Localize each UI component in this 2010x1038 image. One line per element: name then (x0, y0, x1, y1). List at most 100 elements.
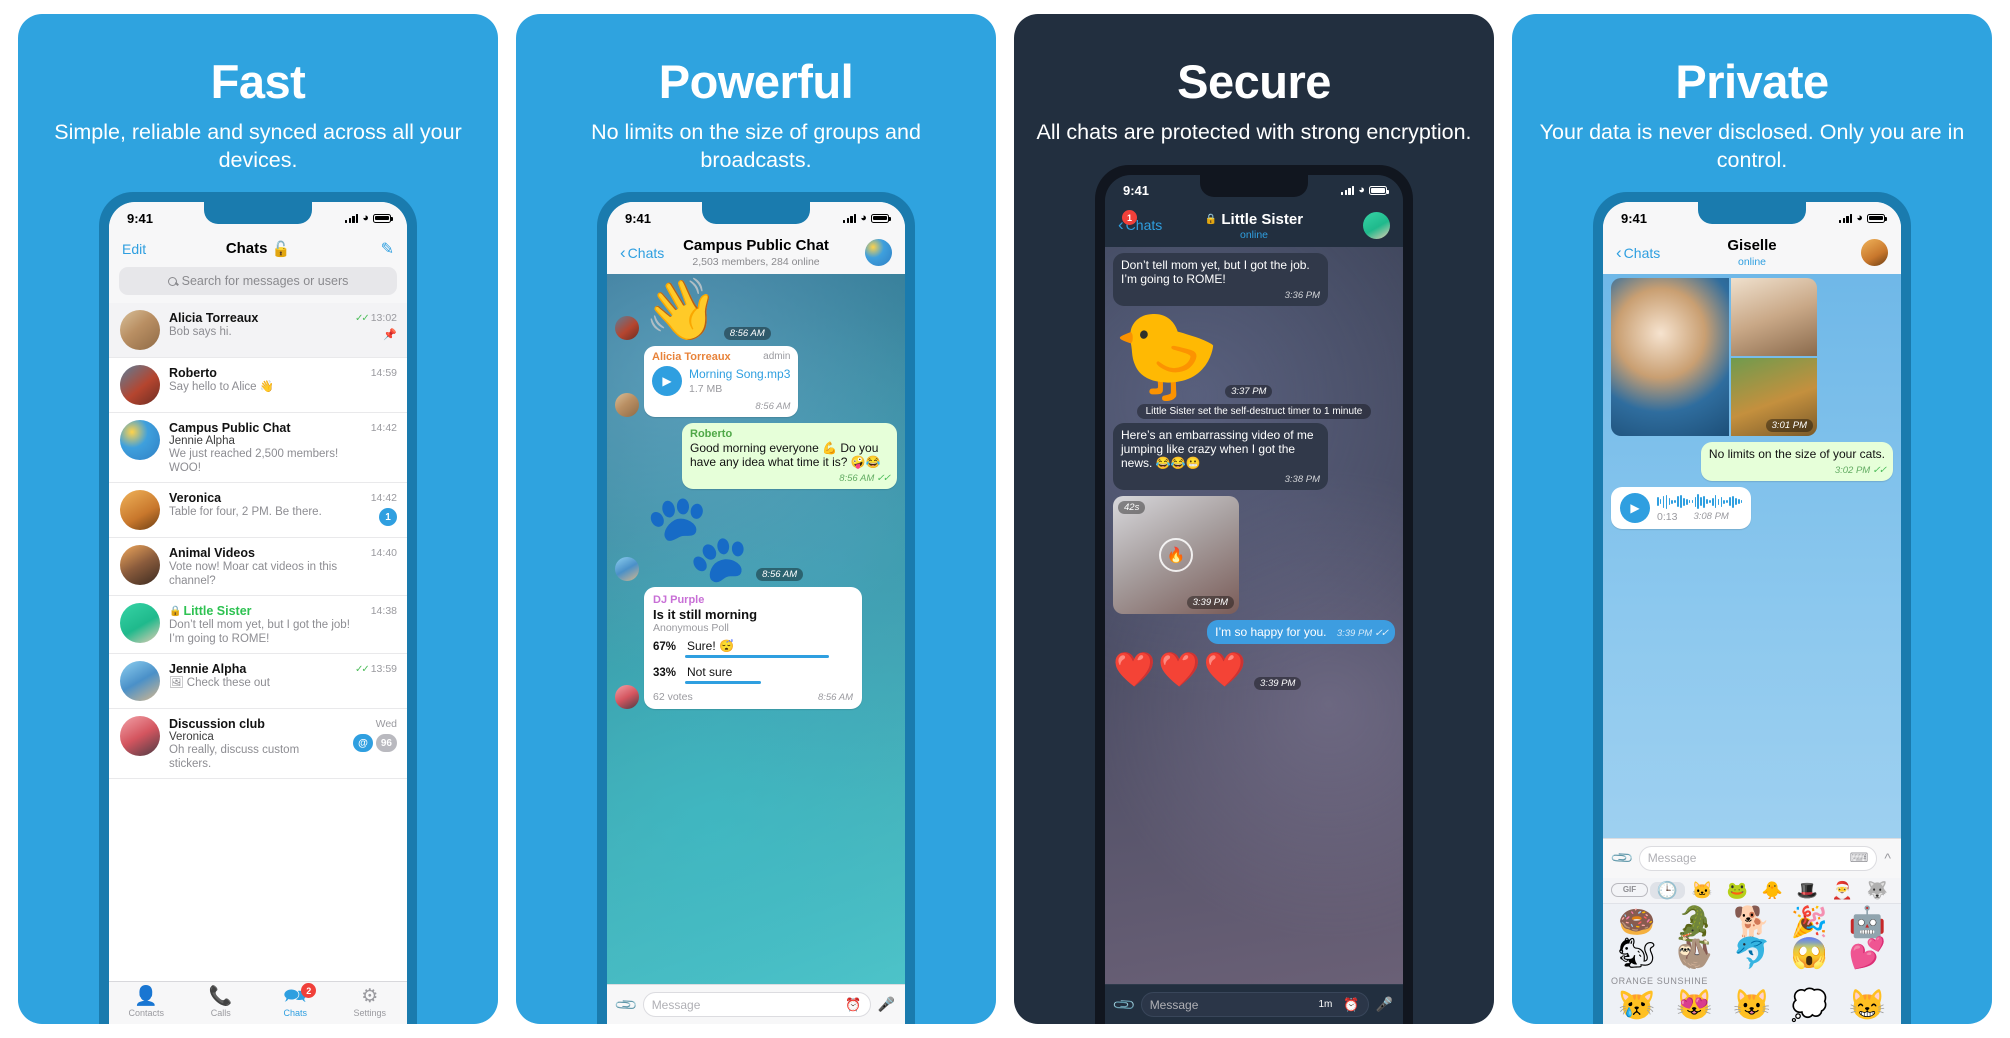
message-input[interactable]: Message 1m ⏰ (1140, 992, 1369, 1017)
sticker-grid[interactable]: 😿 😻 😺 💭 😸 (1603, 987, 1901, 1025)
sticker[interactable]: 👋 (644, 280, 719, 340)
sticker-grid[interactable]: 🍩 🐊 🐕 🎉 🤖 🐿 🦥 🐬 😱 💕 (1603, 904, 1901, 973)
text-message-bubble[interactable]: Don’t tell mom yet, but I got the job. I… (1113, 252, 1328, 306)
sticker-tab-pack[interactable]: 🎅 (1825, 882, 1860, 899)
microphone-icon[interactable]: 🎤 (1376, 996, 1393, 1013)
sticker-item[interactable]: 💕 (1838, 938, 1896, 970)
back-to-chats-button[interactable]: 1 ‹ Chats (1118, 210, 1162, 233)
sticker-item[interactable]: 🐊 (1666, 906, 1724, 939)
microphone-icon[interactable]: 🎤 (878, 996, 895, 1013)
tab-bar[interactable]: 👤 Contacts 📞 Calls 🗪 2 Chats ⚙ Settings (109, 981, 407, 1024)
attach-icon[interactable]: 📎 (1609, 845, 1635, 871)
text-message-bubble[interactable]: Here’s an embarrassing video of me jumpi… (1113, 422, 1328, 490)
message-timestamp: 3:01 PM (1765, 419, 1813, 433)
attach-icon[interactable]: 📎 (1111, 992, 1137, 1017)
chat-preview: Don’t tell mom yet, but I got the job! I… (169, 619, 350, 646)
chat-time: ✓✓ 13:59 (354, 663, 397, 676)
sticker-item[interactable]: 🦥 (1666, 938, 1724, 970)
chat-list-item[interactable]: Campus Public Chat Jennie Alpha We just … (109, 413, 407, 484)
tab-settings[interactable]: ⚙ Settings (333, 987, 408, 1018)
chevron-up-icon[interactable]: ^ (1884, 850, 1891, 866)
album-photo[interactable]: 3:01 PM (1731, 358, 1817, 437)
edit-button[interactable]: Edit (122, 241, 146, 257)
phone-notch (204, 202, 312, 225)
sticker-tab-pack[interactable]: 🐸 (1720, 882, 1755, 899)
sticker-item[interactable]: 😿 (1608, 989, 1666, 1022)
photo-album[interactable]: 3:01 PM (1611, 278, 1817, 437)
contact-avatar[interactable] (1861, 239, 1888, 267)
sticker-item[interactable]: 🐿 (1608, 938, 1666, 970)
chat-time: 14:59 (370, 367, 397, 380)
sticker-tab-gif[interactable]: GIF (1611, 883, 1648, 897)
message-timestamp: 3:39 PM (1254, 676, 1302, 690)
chat-list-item[interactable]: Roberto Say hello to Alice 👋 14:59 (109, 358, 407, 414)
chat-list-item[interactable]: Animal Videos Vote now! Moar cat videos … (109, 538, 407, 597)
sticker-tab-row[interactable]: GIF 🕒 🐱 🐸 🐥 🎩 🎅 🐺 (1603, 877, 1901, 904)
chat-list-item[interactable]: 🔒 Little Sister Don’t tell mom yet, but … (109, 596, 407, 655)
schedule-icon[interactable]: ⏰ (845, 997, 861, 1013)
sticker-item[interactable]: 😸 (1838, 989, 1896, 1022)
sticker[interactable]: 🐾 (644, 495, 751, 581)
cellular-signal-icon (1839, 213, 1853, 223)
chat-list-item[interactable]: Alicia Torreaux Bob says hi. ✓✓ 13:02 📌 (109, 303, 407, 359)
back-to-chats-button[interactable]: ‹ Chats (620, 244, 664, 261)
tab-contacts[interactable]: 👤 Contacts (109, 987, 184, 1018)
compose-icon[interactable]: ✎ (381, 239, 394, 259)
chat-list-item[interactable]: Veronica Table for four, 2 PM. Be there.… (109, 483, 407, 539)
read-ticks-icon: ✓✓ (1872, 465, 1887, 477)
sticker-item[interactable]: 🤖 (1838, 906, 1896, 939)
sticker-item[interactable]: 😻 (1666, 989, 1724, 1022)
phone-notch (1200, 174, 1308, 197)
unread-badge: 96 (375, 734, 397, 753)
attach-icon[interactable]: 📎 (613, 992, 639, 1017)
sticker-item[interactable]: 🐕 (1723, 906, 1781, 939)
tab-chats[interactable]: 🗪 2 Chats (258, 983, 333, 1018)
sticker-item[interactable]: 😺 (1723, 989, 1781, 1022)
sticker[interactable]: 🐤 (1113, 312, 1220, 398)
self-destruct-timer-value[interactable]: 1m (1318, 999, 1332, 1010)
sticker-item[interactable]: 🎉 (1781, 906, 1839, 939)
chat-list-item[interactable]: Jennie Alpha 🖼 Check these out ✓✓ 13:59 (109, 654, 407, 710)
poll-message[interactable]: DJ Purple Is it still morning Anonymous … (644, 587, 862, 710)
play-icon[interactable]: ▶ (652, 366, 682, 397)
message-input[interactable]: Message ⏰ (642, 992, 871, 1017)
sticker-tab-pack[interactable]: 🐱 (1685, 882, 1720, 899)
play-icon[interactable]: ▶ (1620, 493, 1650, 524)
self-destruct-video[interactable]: 42s 🔥 3:39 PM (1113, 495, 1239, 614)
avatar (615, 685, 639, 710)
sticker-tab-pack[interactable]: 🐥 (1755, 882, 1790, 899)
sticker-item[interactable]: 🍩 (1608, 906, 1666, 939)
search-placeholder: Search for messages or users (181, 274, 349, 289)
poll-option[interactable]: 67% Sure! 😴 (653, 639, 853, 653)
sticker-item[interactable]: 🐬 (1723, 938, 1781, 970)
chat-list-item[interactable]: Discussion club Veronica Oh really, disc… (109, 709, 407, 780)
voice-message[interactable]: ▶ 0:13 3:08 PM (1611, 487, 1752, 530)
group-avatar[interactable] (865, 239, 892, 267)
poll-option[interactable]: 33% Not sure (653, 665, 853, 679)
text-message-bubble[interactable]: Roberto Good morning everyone 💪 Do you h… (682, 423, 897, 490)
text-message-bubble[interactable]: I’m so happy for you. 3:39 PM ✓✓ (1207, 619, 1395, 644)
chat-list[interactable]: Alicia Torreaux Bob says hi. ✓✓ 13:02 📌 (109, 303, 407, 1024)
sticker-item[interactable]: 😱 (1781, 938, 1839, 970)
text-message-bubble[interactable]: No limits on the size of your cats. 3:02… (1700, 442, 1893, 482)
avatar (120, 661, 160, 702)
sticker-item[interactable]: 💭 (1781, 989, 1839, 1022)
keyboard-icon[interactable]: ⌨ (1850, 850, 1869, 866)
sticker[interactable]: ❤️❤️❤️ (1113, 650, 1249, 690)
sticker-panel[interactable]: GIF 🕒 🐱 🐸 🐥 🎩 🎅 🐺 🍩 🐊 🐕 🎉 🤖 🐿 🦥 🐬 😱 💕 OR… (1603, 877, 1901, 1025)
message-timestamp: 3:02 PM ✓✓ (1834, 465, 1887, 477)
search-input[interactable]: Search for messages or users (119, 267, 397, 296)
sticker-tab-pack[interactable]: 🐺 (1860, 882, 1895, 899)
back-to-chats-button[interactable]: ‹ Chats (1616, 244, 1660, 261)
sticker-tab-pack[interactable]: 🎩 (1790, 882, 1825, 899)
album-photo[interactable] (1731, 278, 1817, 357)
mention-badge: @ (353, 734, 373, 753)
contact-avatar[interactable] (1363, 211, 1390, 239)
message-row: Here’s an embarrassing video of me jumpi… (1113, 422, 1395, 490)
message-input[interactable]: Message ⌨ (1638, 845, 1878, 871)
tab-calls[interactable]: 📞 Calls (184, 987, 259, 1018)
file-message-bubble[interactable]: admin Alicia Torreaux ▶ Morning Song.mp3… (644, 346, 799, 418)
album-photo[interactable] (1611, 278, 1729, 437)
sticker-tab-recent[interactable]: 🕒 (1650, 881, 1685, 899)
self-destruct-timer-icon[interactable]: ⏰ (1343, 997, 1359, 1013)
